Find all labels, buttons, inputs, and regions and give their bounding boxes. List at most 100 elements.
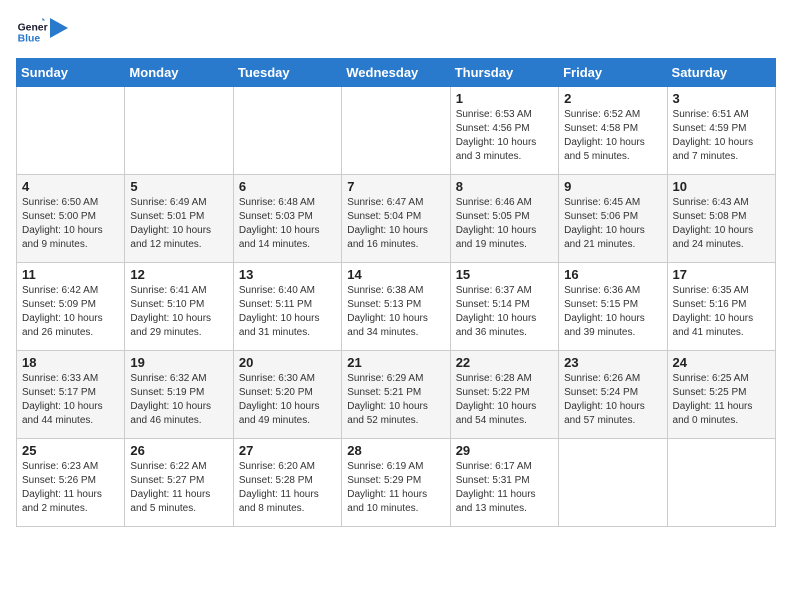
day-info: Sunrise: 6:45 AM Sunset: 5:06 PM Dayligh… bbox=[564, 196, 661, 252]
day-info: Sunrise: 6:19 AM Sunset: 5:29 PM Dayligh… bbox=[347, 460, 444, 516]
calendar-cell: 4 Sunrise: 6:50 AM Sunset: 5:00 PM Daylig… bbox=[17, 175, 125, 263]
calendar-week-row: 25 Sunrise: 6:23 AM Sunset: 5:26 PM Dayli… bbox=[17, 439, 776, 527]
day-info: Sunrise: 6:52 AM Sunset: 4:58 PM Dayligh… bbox=[564, 108, 661, 164]
column-header-tuesday: Tuesday bbox=[233, 59, 341, 87]
day-number: 26 bbox=[130, 443, 227, 458]
calendar-cell: 10Sunrise: 6:43 AM Sunset: 5:08 PM Dayli… bbox=[667, 175, 775, 263]
day-info: Sunrise: 6:37 AM Sunset: 5:14 PM Dayligh… bbox=[456, 284, 553, 340]
day-number: 19 bbox=[130, 355, 227, 370]
svg-text:General: General bbox=[18, 22, 48, 33]
column-header-saturday: Saturday bbox=[667, 59, 775, 87]
logo: General Blue bbox=[16, 16, 70, 48]
day-number: 5 bbox=[130, 179, 227, 194]
calendar-cell: 14Sunrise: 6:38 AM Sunset: 5:13 PM Dayli… bbox=[342, 263, 450, 351]
day-info: Sunrise: 6:23 AM Sunset: 5:26 PM Dayligh… bbox=[22, 460, 119, 516]
calendar-cell: 1 Sunrise: 6:53 AM Sunset: 4:56 PM Daylig… bbox=[450, 87, 558, 175]
column-header-sunday: Sunday bbox=[17, 59, 125, 87]
calendar-week-row: 11 Sunrise: 6:42 AM Sunset: 5:09 PM Dayli… bbox=[17, 263, 776, 351]
day-info: Sunrise: 6:25 AM Sunset: 5:25 PM Dayligh… bbox=[673, 372, 770, 428]
calendar-cell bbox=[17, 87, 125, 175]
calendar-cell bbox=[342, 87, 450, 175]
day-info: Sunrise: 6:53 AM Sunset: 4:56 PM Dayligh… bbox=[456, 108, 553, 164]
calendar-cell: 21 Sunrise: 6:29 AM Sunset: 5:21 PM Dayli… bbox=[342, 351, 450, 439]
calendar-cell: 23 Sunrise: 6:26 AM Sunset: 5:24 PM Dayli… bbox=[559, 351, 667, 439]
calendar-cell: 5Sunrise: 6:49 AM Sunset: 5:01 PM Daylig… bbox=[125, 175, 233, 263]
day-number: 9 bbox=[564, 179, 661, 194]
day-number: 25 bbox=[22, 443, 119, 458]
logo-icon: General Blue bbox=[16, 16, 48, 48]
day-number: 23 bbox=[564, 355, 661, 370]
day-number: 1 bbox=[456, 91, 553, 106]
calendar-cell: 13 Sunrise: 6:40 AM Sunset: 5:11 PM Dayli… bbox=[233, 263, 341, 351]
calendar-cell bbox=[667, 439, 775, 527]
calendar-cell: 28Sunrise: 6:19 AM Sunset: 5:29 PM Dayli… bbox=[342, 439, 450, 527]
calendar-cell: 12Sunrise: 6:41 AM Sunset: 5:10 PM Dayli… bbox=[125, 263, 233, 351]
calendar-cell: 16 Sunrise: 6:36 AM Sunset: 5:15 PM Dayli… bbox=[559, 263, 667, 351]
column-header-wednesday: Wednesday bbox=[342, 59, 450, 87]
calendar-cell: 19 Sunrise: 6:32 AM Sunset: 5:19 PM Dayli… bbox=[125, 351, 233, 439]
calendar-week-row: 18Sunrise: 6:33 AM Sunset: 5:17 PM Dayli… bbox=[17, 351, 776, 439]
day-info: Sunrise: 6:46 AM Sunset: 5:05 PM Dayligh… bbox=[456, 196, 553, 252]
day-number: 15 bbox=[456, 267, 553, 282]
day-number: 13 bbox=[239, 267, 336, 282]
day-number: 27 bbox=[239, 443, 336, 458]
day-info: Sunrise: 6:36 AM Sunset: 5:15 PM Dayligh… bbox=[564, 284, 661, 340]
day-number: 21 bbox=[347, 355, 444, 370]
day-info: Sunrise: 6:20 AM Sunset: 5:28 PM Dayligh… bbox=[239, 460, 336, 516]
day-info: Sunrise: 6:43 AM Sunset: 5:08 PM Dayligh… bbox=[673, 196, 770, 252]
day-number: 8 bbox=[456, 179, 553, 194]
calendar-cell: 8 Sunrise: 6:46 AM Sunset: 5:05 PM Daylig… bbox=[450, 175, 558, 263]
calendar-cell: 18Sunrise: 6:33 AM Sunset: 5:17 PM Dayli… bbox=[17, 351, 125, 439]
day-info: Sunrise: 6:28 AM Sunset: 5:22 PM Dayligh… bbox=[456, 372, 553, 428]
calendar-cell: 9 Sunrise: 6:45 AM Sunset: 5:06 PM Daylig… bbox=[559, 175, 667, 263]
calendar-cell bbox=[559, 439, 667, 527]
day-info: Sunrise: 6:47 AM Sunset: 5:04 PM Dayligh… bbox=[347, 196, 444, 252]
day-info: Sunrise: 6:17 AM Sunset: 5:31 PM Dayligh… bbox=[456, 460, 553, 516]
calendar-cell: 25 Sunrise: 6:23 AM Sunset: 5:26 PM Dayli… bbox=[17, 439, 125, 527]
calendar-cell: 24 Sunrise: 6:25 AM Sunset: 5:25 PM Dayli… bbox=[667, 351, 775, 439]
day-number: 16 bbox=[564, 267, 661, 282]
calendar-header-row: SundayMondayTuesdayWednesdayThursdayFrid… bbox=[17, 59, 776, 87]
calendar-cell: 6 Sunrise: 6:48 AM Sunset: 5:03 PM Daylig… bbox=[233, 175, 341, 263]
day-info: Sunrise: 6:41 AM Sunset: 5:10 PM Dayligh… bbox=[130, 284, 227, 340]
day-number: 18 bbox=[22, 355, 119, 370]
day-number: 2 bbox=[564, 91, 661, 106]
day-number: 6 bbox=[239, 179, 336, 194]
day-number: 7 bbox=[347, 179, 444, 194]
svg-text:Blue: Blue bbox=[18, 34, 41, 45]
calendar-cell: 7 Sunrise: 6:47 AM Sunset: 5:04 PM Daylig… bbox=[342, 175, 450, 263]
calendar-cell: 26Sunrise: 6:22 AM Sunset: 5:27 PM Dayli… bbox=[125, 439, 233, 527]
calendar-cell: 11 Sunrise: 6:42 AM Sunset: 5:09 PM Dayli… bbox=[17, 263, 125, 351]
calendar-cell: 2 Sunrise: 6:52 AM Sunset: 4:58 PM Daylig… bbox=[559, 87, 667, 175]
day-number: 22 bbox=[456, 355, 553, 370]
day-number: 11 bbox=[22, 267, 119, 282]
day-info: Sunrise: 6:42 AM Sunset: 5:09 PM Dayligh… bbox=[22, 284, 119, 340]
calendar-cell: 20Sunrise: 6:30 AM Sunset: 5:20 PM Dayli… bbox=[233, 351, 341, 439]
column-header-thursday: Thursday bbox=[450, 59, 558, 87]
day-info: Sunrise: 6:50 AM Sunset: 5:00 PM Dayligh… bbox=[22, 196, 119, 252]
calendar-week-row: 4 Sunrise: 6:50 AM Sunset: 5:00 PM Daylig… bbox=[17, 175, 776, 263]
day-number: 24 bbox=[673, 355, 770, 370]
calendar-cell bbox=[125, 87, 233, 175]
day-number: 3 bbox=[673, 91, 770, 106]
day-info: Sunrise: 6:32 AM Sunset: 5:19 PM Dayligh… bbox=[130, 372, 227, 428]
calendar-cell: 22 Sunrise: 6:28 AM Sunset: 5:22 PM Dayli… bbox=[450, 351, 558, 439]
day-number: 4 bbox=[22, 179, 119, 194]
day-info: Sunrise: 6:51 AM Sunset: 4:59 PM Dayligh… bbox=[673, 108, 770, 164]
calendar-cell: 17Sunrise: 6:35 AM Sunset: 5:16 PM Dayli… bbox=[667, 263, 775, 351]
calendar-cell: 29 Sunrise: 6:17 AM Sunset: 5:31 PM Dayli… bbox=[450, 439, 558, 527]
day-info: Sunrise: 6:29 AM Sunset: 5:21 PM Dayligh… bbox=[347, 372, 444, 428]
calendar-cell: 15 Sunrise: 6:37 AM Sunset: 5:14 PM Dayli… bbox=[450, 263, 558, 351]
calendar-week-row: 1 Sunrise: 6:53 AM Sunset: 4:56 PM Daylig… bbox=[17, 87, 776, 175]
day-info: Sunrise: 6:48 AM Sunset: 5:03 PM Dayligh… bbox=[239, 196, 336, 252]
column-header-monday: Monday bbox=[125, 59, 233, 87]
header: General Blue bbox=[16, 16, 776, 48]
day-info: Sunrise: 6:26 AM Sunset: 5:24 PM Dayligh… bbox=[564, 372, 661, 428]
calendar-cell: 3 Sunrise: 6:51 AM Sunset: 4:59 PM Daylig… bbox=[667, 87, 775, 175]
arrow-icon bbox=[50, 18, 70, 38]
day-info: Sunrise: 6:40 AM Sunset: 5:11 PM Dayligh… bbox=[239, 284, 336, 340]
calendar-cell: 27 Sunrise: 6:20 AM Sunset: 5:28 PM Dayli… bbox=[233, 439, 341, 527]
column-header-friday: Friday bbox=[559, 59, 667, 87]
calendar-cell bbox=[233, 87, 341, 175]
day-number: 29 bbox=[456, 443, 553, 458]
